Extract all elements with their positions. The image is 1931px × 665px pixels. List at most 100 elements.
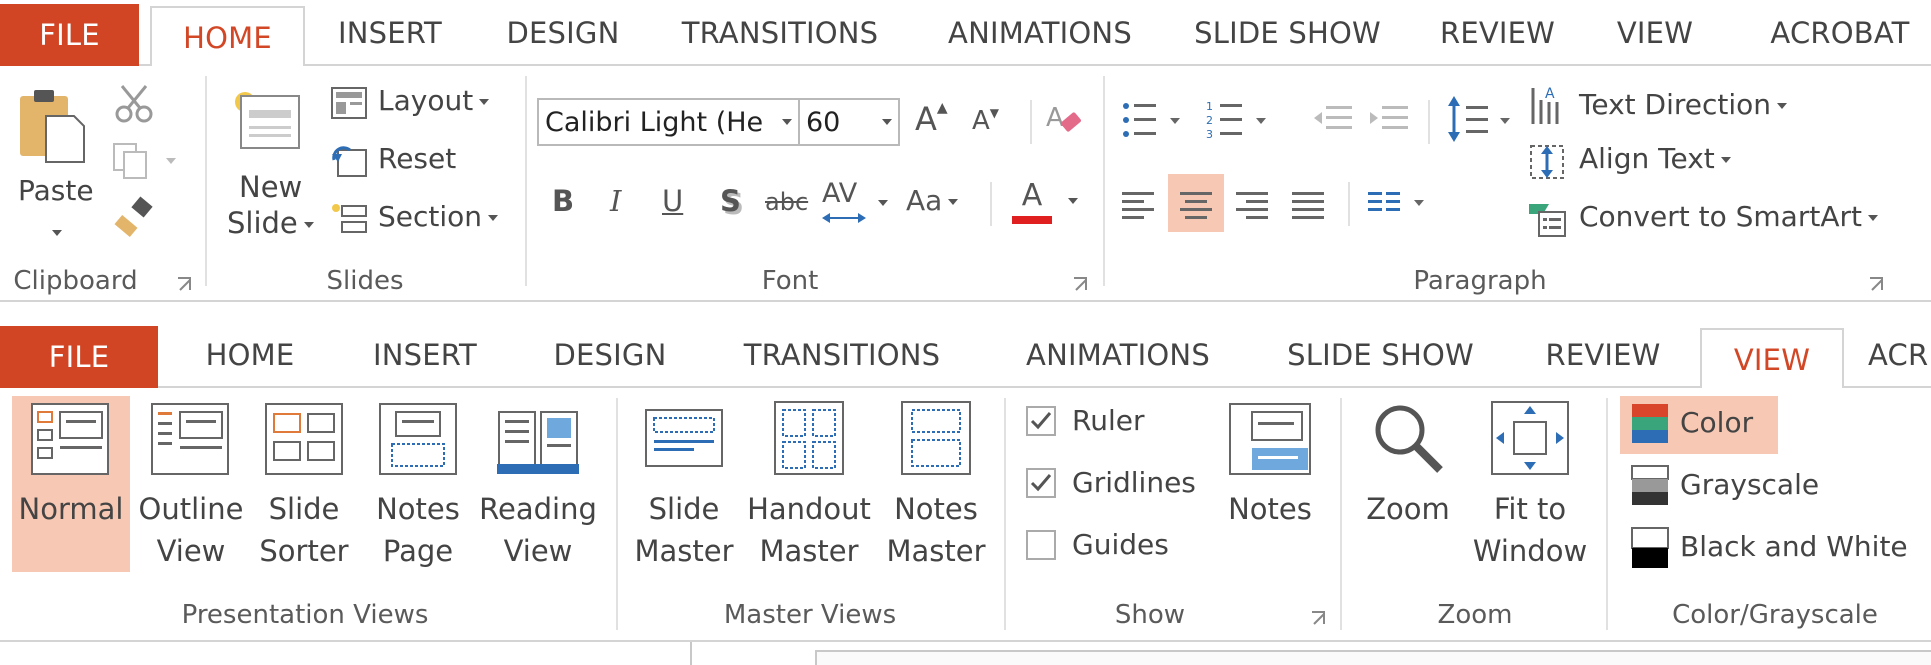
slide-sorter-button[interactable]: Slide Sorter	[254, 396, 354, 572]
tab-file[interactable]: FILE	[0, 4, 139, 66]
black-and-white-label: Black and White	[1680, 530, 1908, 563]
font-size-combobox[interactable]: 60	[798, 98, 900, 146]
black-and-white-button[interactable]: Black and White	[1620, 520, 1920, 578]
font-size-dropdown-icon[interactable]	[882, 119, 892, 125]
text-shadow-button[interactable]: S	[720, 184, 741, 218]
color-button[interactable]: Color	[1620, 396, 1778, 454]
svg-text:A: A	[1545, 86, 1555, 102]
grow-font-button[interactable]: A▲	[915, 100, 948, 138]
tab-design[interactable]: DESIGN	[540, 322, 680, 388]
reading-view-button[interactable]: Reading View	[478, 396, 598, 572]
dialog-launcher-icon[interactable]	[1072, 276, 1090, 294]
new-slide-button[interactable]: New Slide	[225, 82, 315, 252]
tab-file[interactable]: FILE	[0, 326, 158, 388]
notes-button[interactable]: Notes	[1220, 396, 1320, 572]
paste-button[interactable]: Paste	[14, 86, 94, 236]
tab-animations[interactable]: ANIMATIONS	[1008, 322, 1228, 388]
numbering-button[interactable]: 123	[1206, 98, 1276, 146]
outline-view-button[interactable]: Outline View	[136, 396, 246, 572]
clipboard-group-label: Clipboard	[13, 266, 138, 296]
align-right-button[interactable]	[1232, 184, 1272, 228]
line-spacing-button[interactable]	[1446, 96, 1516, 148]
tab-transitions[interactable]: TRANSITIONS	[670, 0, 890, 66]
cut-button[interactable]	[112, 82, 156, 130]
decrease-indent-button[interactable]	[1312, 100, 1356, 144]
section-label: Section	[378, 200, 483, 233]
svg-text:1: 1	[1206, 100, 1213, 113]
change-case-icon: Aa	[906, 184, 943, 217]
guides-checkbox[interactable]	[1026, 530, 1056, 560]
tab-view[interactable]: VIEW	[1700, 328, 1844, 390]
copy-button[interactable]	[112, 140, 182, 184]
format-painter-button[interactable]	[112, 196, 156, 244]
font-color-dropdown-icon	[1068, 198, 1078, 204]
tab-home[interactable]: HOME	[180, 322, 320, 388]
tab-animations[interactable]: ANIMATIONS	[930, 0, 1150, 66]
tab-slide-show[interactable]: SLIDE SHOW	[1278, 322, 1483, 388]
columns-button[interactable]	[1366, 184, 1436, 228]
clear-formatting-button[interactable]: A	[1044, 100, 1084, 144]
notes-master-label-1: Notes	[894, 492, 978, 526]
tab-home[interactable]: HOME	[150, 6, 305, 68]
italic-button[interactable]: I	[610, 184, 621, 218]
font-name-dropdown-icon[interactable]	[782, 119, 792, 125]
dialog-launcher-icon[interactable]	[1310, 610, 1328, 628]
character-spacing-button[interactable]: AV	[822, 178, 892, 228]
tab-acrobat[interactable]: ACROBAT	[1750, 0, 1930, 66]
notes-master-label-2: Master	[886, 534, 986, 568]
normal-view-button[interactable]: Normal	[12, 396, 130, 572]
align-center-button[interactable]	[1168, 174, 1224, 232]
shrink-font-button[interactable]: A▼	[972, 106, 999, 136]
dialog-launcher-icon[interactable]	[1868, 276, 1886, 294]
change-case-button[interactable]: Aa	[906, 184, 959, 217]
font-separator	[990, 182, 992, 226]
bold-button[interactable]: B	[552, 184, 574, 218]
spacing-dropdown-icon	[878, 200, 888, 206]
slides-group-label: Slides	[326, 266, 404, 296]
notes-master-button[interactable]: Notes Master	[884, 396, 988, 572]
tab-slide-show[interactable]: SLIDE SHOW	[1185, 0, 1390, 66]
zoom-button[interactable]: Zoom	[1356, 396, 1460, 572]
underline-button[interactable]: U	[662, 184, 683, 218]
font-color-button[interactable]: A	[1012, 178, 1082, 228]
zoom-label: Zoom	[1366, 492, 1450, 526]
handout-master-button[interactable]: Handout Master	[744, 396, 874, 572]
ribbon-tab-bar: FILE HOME INSERT DESIGN TRANSITIONS ANIM…	[0, 322, 1931, 390]
fit-to-window-button[interactable]: Fit to Window	[1470, 396, 1590, 572]
increase-indent-button[interactable]	[1368, 100, 1412, 144]
notes-page-icon	[379, 403, 457, 475]
ruler-checkbox-row[interactable]: Ruler	[1022, 404, 1182, 446]
font-name-combobox[interactable]: Calibri Light (He	[537, 98, 800, 146]
tab-design[interactable]: DESIGN	[493, 0, 633, 66]
ruler-checkbox[interactable]	[1026, 406, 1056, 436]
strikethrough-button[interactable]: abc	[765, 188, 808, 216]
align-left-button[interactable]	[1118, 184, 1158, 228]
bullets-icon	[1123, 103, 1180, 137]
ribbon-tab-bar: FILE HOME INSERT DESIGN TRANSITIONS ANIM…	[0, 0, 1931, 68]
text-direction-icon: A	[1531, 86, 1559, 124]
tab-review[interactable]: REVIEW	[1528, 322, 1678, 388]
grayscale-button[interactable]: Grayscale	[1620, 458, 1820, 516]
gridlines-checkbox-row[interactable]: Gridlines	[1022, 466, 1202, 508]
notes-page-button[interactable]: Notes Page	[368, 396, 468, 572]
horizontal-ruler[interactable]	[815, 650, 1931, 665]
gridlines-checkbox[interactable]	[1026, 468, 1056, 498]
notes-master-icon	[901, 401, 971, 475]
group-separator	[1103, 76, 1105, 286]
guides-checkbox-row[interactable]: Guides	[1022, 528, 1182, 570]
line-spacing-icon	[1448, 96, 1510, 142]
slide-master-button[interactable]: Slide Master	[634, 396, 734, 572]
guides-label: Guides	[1072, 528, 1169, 561]
tab-acrobat[interactable]: ACR	[1868, 322, 1931, 388]
tab-insert[interactable]: INSERT	[355, 322, 495, 388]
tab-transitions[interactable]: TRANSITIONS	[732, 322, 952, 388]
smartart-icon	[1529, 204, 1566, 237]
paragraph-separator	[1428, 100, 1430, 144]
dialog-launcher-icon[interactable]	[176, 276, 194, 294]
tab-review[interactable]: REVIEW	[1420, 0, 1575, 66]
font-color-icon: A	[1021, 178, 1043, 213]
tab-insert[interactable]: INSERT	[320, 0, 460, 66]
tab-view[interactable]: VIEW	[1595, 0, 1715, 66]
bullets-button[interactable]	[1120, 98, 1190, 146]
justify-button[interactable]	[1288, 184, 1328, 228]
